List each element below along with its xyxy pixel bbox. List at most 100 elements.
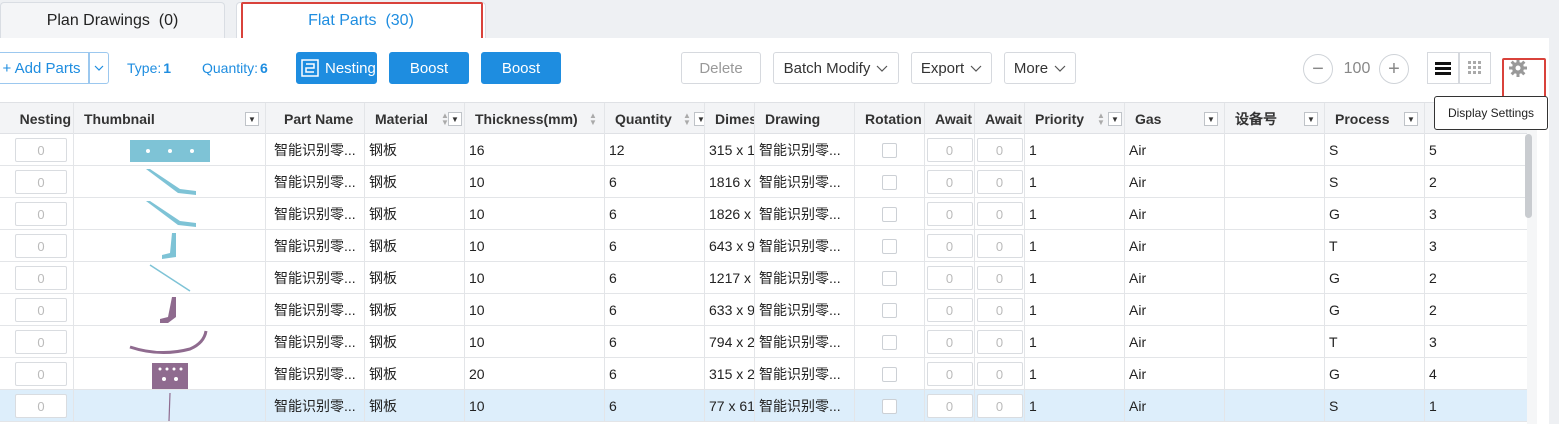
zoom-out-button[interactable]: − <box>1303 54 1333 84</box>
filter-icon[interactable]: ▼ <box>1108 112 1122 126</box>
table-row[interactable]: 0 智能识别零... 钢板 10 6 77 x 61 智能识别零... 0 0 … <box>0 390 1527 422</box>
nesting-stepper[interactable]: 0 <box>15 266 67 290</box>
filter-icon[interactable]: ▼ <box>1304 112 1318 126</box>
rotation-checkbox[interactable] <box>882 334 897 350</box>
col-drawing[interactable]: Drawing <box>755 103 855 135</box>
nesting-stepper[interactable]: 0 <box>15 394 67 418</box>
filter-icon[interactable]: ▼ <box>1404 112 1418 126</box>
rotation-checkbox[interactable] <box>882 238 897 254</box>
await-1-stepper[interactable]: 0 <box>926 202 973 226</box>
await-1-stepper[interactable]: 0 <box>926 266 973 290</box>
add-parts-button[interactable]: + Add Parts <box>0 52 89 84</box>
nesting-stepper[interactable]: 0 <box>15 138 67 162</box>
scrollbar-thumb[interactable] <box>1525 134 1532 218</box>
table-row[interactable]: 0 智能识别零... 钢板 10 6 1217 x 智能识别零... 0 0 1… <box>0 262 1527 294</box>
table-row[interactable]: 0 智能识别零... 钢板 10 6 633 x 9 智能识别零... 0 0 … <box>0 294 1527 326</box>
rotation-checkbox[interactable] <box>882 174 897 190</box>
table-row[interactable]: 0 智能识别零... 钢板 10 6 643 x 9 智能识别零... 0 0 … <box>0 230 1527 262</box>
export-button[interactable]: Export <box>911 52 992 84</box>
quantity-filter[interactable]: Quantity: 6 <box>202 52 268 84</box>
col-process[interactable]: Process ▼ <box>1325 103 1425 135</box>
part-thumbnail[interactable] <box>120 231 220 261</box>
nesting-stepper[interactable]: 0 <box>15 298 67 322</box>
nesting-button[interactable]: Nesting <box>296 52 377 84</box>
boost-button-2[interactable]: Boost <box>481 52 561 84</box>
display-settings-button[interactable] <box>1503 52 1533 84</box>
table-row[interactable]: 0 智能识别零... 钢板 10 6 1816 x 智能识别零... 0 0 1… <box>0 166 1527 198</box>
part-thumbnail[interactable] <box>120 359 220 389</box>
part-thumbnail[interactable] <box>120 263 220 293</box>
table-row[interactable]: 0 智能识别零... 钢板 16 12 315 x 1 智能识别零... 0 0… <box>0 134 1527 166</box>
col-rotation[interactable]: Rotation <box>855 103 925 135</box>
await-2-stepper[interactable]: 0 <box>976 266 1023 290</box>
col-await-1[interactable]: Await <box>925 103 975 135</box>
table-row[interactable]: 0 智能识别零... 钢板 20 6 315 x 2 智能识别零... 0 0 … <box>0 358 1527 390</box>
add-parts-dropdown[interactable] <box>89 52 109 84</box>
filter-icon[interactable]: ▼ <box>1204 112 1218 126</box>
tab-plan-drawings[interactable]: Plan Drawings (0) <box>0 2 225 38</box>
sort-icon[interactable]: ▲ ▼ <box>683 112 691 127</box>
part-thumbnail[interactable] <box>120 199 220 229</box>
nesting-stepper[interactable]: 0 <box>15 330 67 354</box>
batch-modify-button[interactable]: Batch Modify <box>773 52 899 84</box>
rotation-checkbox[interactable] <box>882 398 897 414</box>
type-filter[interactable]: Type: 1 <box>127 52 171 84</box>
nesting-stepper[interactable]: 0 <box>15 234 67 258</box>
sort-icon[interactable]: ▲ ▼ <box>589 112 597 127</box>
zoom-in-button[interactable]: + <box>1379 54 1409 84</box>
table-row[interactable]: 0 智能识别零... 钢板 10 6 794 x 2 智能识别零... 0 0 … <box>0 326 1527 358</box>
rotation-checkbox[interactable] <box>882 302 897 318</box>
await-2-stepper[interactable]: 0 <box>976 330 1023 354</box>
await-2-stepper[interactable]: 0 <box>976 202 1023 226</box>
col-priority[interactable]: Priority ▲ ▼ ▼ <box>1025 103 1125 135</box>
col-await-2[interactable]: Await <box>975 103 1025 135</box>
await-1-stepper[interactable]: 0 <box>926 330 973 354</box>
part-thumbnail[interactable] <box>120 167 220 197</box>
await-2-stepper[interactable]: 0 <box>976 170 1023 194</box>
col-gas[interactable]: Gas ▼ <box>1125 103 1225 135</box>
await-1-stepper[interactable]: 0 <box>926 298 973 322</box>
col-dimensions[interactable]: Dimes <box>705 103 755 135</box>
filter-icon[interactable]: ▼ <box>448 112 462 126</box>
more-button[interactable]: More <box>1004 52 1076 84</box>
nesting-stepper[interactable]: 0 <box>15 362 67 386</box>
await-1-stepper[interactable]: 0 <box>926 138 973 162</box>
col-device-no[interactable]: 设备号 ▼ <box>1225 103 1325 135</box>
await-1-stepper[interactable]: 0 <box>926 234 973 258</box>
col-nesting[interactable]: Nesting <box>0 103 74 135</box>
await-1-value: 0 <box>945 142 954 158</box>
await-1-stepper[interactable]: 0 <box>926 170 973 194</box>
part-thumbnail[interactable] <box>120 295 220 325</box>
filter-icon[interactable]: ▼ <box>694 112 704 126</box>
await-1-stepper[interactable]: 0 <box>926 362 973 386</box>
nesting-stepper[interactable]: 0 <box>15 170 67 194</box>
tab-flat-parts[interactable]: Flat Parts (30) <box>236 2 486 39</box>
rotation-checkbox[interactable] <box>882 366 897 382</box>
delete-button[interactable]: Delete <box>681 52 761 84</box>
await-2-stepper[interactable]: 0 <box>976 362 1023 386</box>
await-2-stepper[interactable]: 0 <box>976 138 1023 162</box>
nesting-stepper[interactable]: 0 <box>15 202 67 226</box>
table-row[interactable]: 0 智能识别零... 钢板 10 6 1826 x 智能识别零... 0 0 1… <box>0 198 1527 230</box>
await-1-stepper[interactable]: 0 <box>926 394 973 418</box>
filter-icon[interactable]: ▼ <box>245 112 259 126</box>
sort-icon[interactable]: ▲ ▼ <box>1097 112 1105 127</box>
grid-view-button[interactable] <box>1459 52 1491 84</box>
boost-button-1[interactable]: Boost <box>389 52 469 84</box>
await-2-stepper[interactable]: 0 <box>976 394 1023 418</box>
rotation-checkbox[interactable] <box>882 270 897 286</box>
col-thickness[interactable]: Thickness(mm) ▲ ▼ <box>465 103 605 135</box>
rotation-checkbox[interactable] <box>882 142 897 158</box>
col-quantity[interactable]: Quantity ▲ ▼ ▼ <box>605 103 705 135</box>
part-thumbnail[interactable] <box>120 327 220 357</box>
part-thumbnail[interactable] <box>120 391 220 421</box>
await-1-cell: 0 <box>925 198 975 230</box>
col-material[interactable]: Material ▲ ▼ ▼ <box>365 103 465 135</box>
list-view-button[interactable] <box>1427 52 1459 84</box>
rotation-checkbox[interactable] <box>882 206 897 222</box>
await-2-stepper[interactable]: 0 <box>976 234 1023 258</box>
col-thumbnail[interactable]: Thumbnail ▼ <box>74 103 266 135</box>
await-2-stepper[interactable]: 0 <box>976 298 1023 322</box>
col-part-name[interactable]: Part Name <box>266 103 365 135</box>
part-thumbnail[interactable] <box>120 135 220 165</box>
